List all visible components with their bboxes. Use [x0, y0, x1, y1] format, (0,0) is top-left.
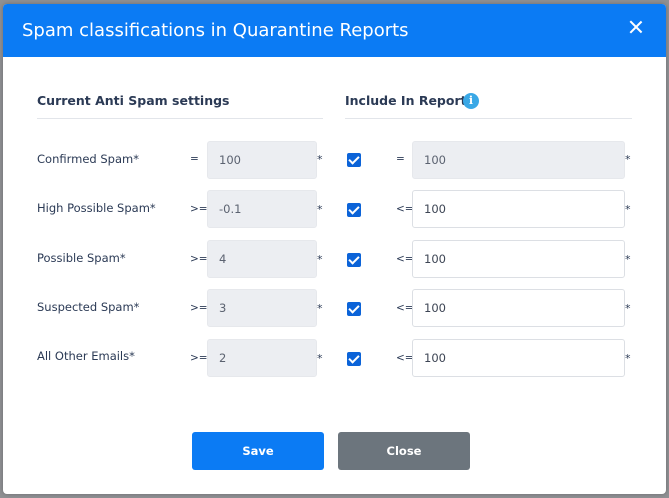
row-label-possible-spam: Possible Spam*: [37, 251, 126, 265]
row-label-all-other-emails: All Other Emails*: [37, 349, 135, 363]
include-checkbox-possible-spam[interactable]: [347, 253, 361, 267]
left-operator: >=: [190, 352, 208, 364]
include-checkbox-suspected-spam[interactable]: [347, 302, 361, 316]
right-operator: <=: [396, 302, 414, 314]
include-checkbox-confirmed-spam[interactable]: [347, 153, 361, 167]
required-marker: *: [317, 153, 323, 166]
required-marker: *: [317, 352, 323, 365]
required-marker: *: [625, 203, 631, 216]
include-in-report-divider: [345, 118, 632, 119]
left-operator: >=: [190, 253, 208, 265]
dialog-title: Spam classifications in Quarantine Repor…: [22, 20, 409, 41]
left-operator: >=: [190, 203, 208, 215]
current-value-possible-spam: 4: [207, 240, 317, 278]
required-marker: *: [625, 302, 631, 315]
close-icon[interactable]: [627, 18, 645, 36]
info-icon[interactable]: i: [463, 93, 479, 109]
row-label-suspected-spam: Suspected Spam*: [37, 300, 140, 314]
required-marker: *: [317, 253, 323, 266]
right-operator: =: [396, 153, 405, 165]
report-value-confirmed-spam: 100: [412, 141, 625, 179]
current-value-suspected-spam: 3: [207, 289, 317, 327]
current-value-confirmed-spam: 100: [207, 141, 317, 179]
current-value-high-possible-spam: -0.1: [207, 190, 317, 228]
row-label-confirmed-spam: Confirmed Spam*: [37, 152, 139, 166]
required-marker: *: [317, 203, 323, 216]
include-in-report-heading: Include In Report: [345, 93, 467, 108]
spam-classifications-dialog: Spam classifications in Quarantine Repor…: [3, 4, 666, 494]
row-label-high-possible-spam: High Possible Spam*: [37, 201, 156, 215]
include-checkbox-all-other-emails[interactable]: [347, 352, 361, 366]
save-button[interactable]: Save: [192, 432, 324, 470]
report-value-possible-spam[interactable]: 100: [412, 240, 625, 278]
required-marker: *: [625, 352, 631, 365]
required-marker: *: [317, 302, 323, 315]
required-marker: *: [625, 153, 631, 166]
current-settings-divider: [37, 118, 323, 119]
required-marker: *: [625, 253, 631, 266]
left-operator: =: [190, 153, 199, 165]
current-value-all-other-emails: 2: [207, 339, 317, 377]
right-operator: <=: [396, 203, 414, 215]
close-button[interactable]: Close: [338, 432, 470, 470]
report-value-high-possible-spam[interactable]: 100: [412, 190, 625, 228]
right-operator: <=: [396, 352, 414, 364]
dialog-header: Spam classifications in Quarantine Repor…: [3, 4, 666, 57]
report-value-suspected-spam[interactable]: 100: [412, 289, 625, 327]
left-operator: >=: [190, 302, 208, 314]
report-value-all-other-emails[interactable]: 100: [412, 339, 625, 377]
include-checkbox-high-possible-spam[interactable]: [347, 203, 361, 217]
current-settings-heading: Current Anti Spam settings: [37, 93, 230, 108]
right-operator: <=: [396, 253, 414, 265]
